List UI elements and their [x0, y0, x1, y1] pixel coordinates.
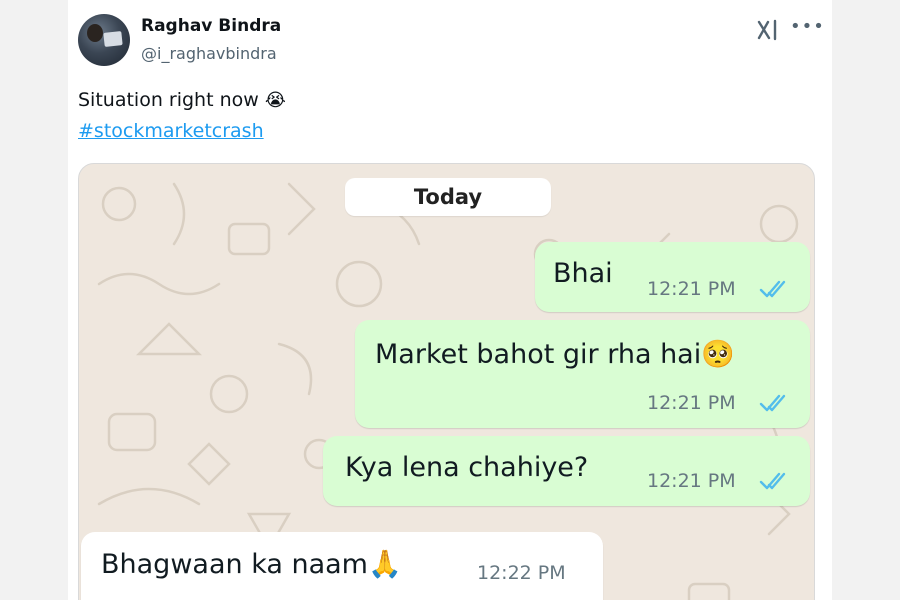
message-text-content: Market bahot gir rha hai — [375, 339, 702, 370]
pleading-face-emoji: 🥺 — [701, 339, 735, 370]
date-chip: Today — [345, 178, 551, 216]
tweet-card: Raghav Bindra @i_raghavbindra ••• Situat… — [68, 0, 832, 600]
page-margin-right — [832, 0, 900, 600]
message-time: 12:21 PM — [647, 470, 736, 492]
message-text: Bhai — [553, 258, 613, 289]
tweet-text: Situation right now 😭 — [78, 89, 286, 111]
folded-hands-emoji: 🙏 — [367, 549, 402, 580]
message-time: 12:22 PM — [477, 562, 566, 584]
double-check-icon — [759, 280, 786, 298]
double-check-icon — [759, 472, 786, 490]
grok-icon[interactable] — [756, 18, 780, 42]
message-text: Bhagwaan ka naam🙏 — [101, 548, 402, 580]
avatar-person — [87, 24, 103, 42]
message-bubble-incoming[interactable]: Bhagwaan ka naam🙏 12:22 PM — [81, 532, 603, 600]
message-bubble-outgoing[interactable]: Kya lena chahiye? 12:21 PM — [323, 436, 810, 506]
tweet-text-content: Situation right now — [78, 89, 259, 111]
message-bubble-outgoing[interactable]: Bhai 12:21 PM — [535, 242, 810, 312]
chat-screenshot: Today Bhai 12:21 PM Market bahot gir rha… — [78, 163, 815, 600]
author-name[interactable]: Raghav Bindra — [141, 16, 281, 36]
crying-face-emoji: 😭 — [264, 90, 286, 111]
message-time: 12:21 PM — [647, 278, 736, 300]
message-time: 12:21 PM — [647, 392, 736, 414]
message-bubble-outgoing[interactable]: Market bahot gir rha hai🥺 12:21 PM — [355, 320, 810, 428]
hashtag-link[interactable]: #stockmarketcrash — [78, 120, 264, 142]
author-handle[interactable]: @i_raghavbindra — [141, 44, 277, 63]
message-text: Kya lena chahiye? — [345, 452, 589, 483]
message-text: Market bahot gir rha hai🥺 — [375, 338, 735, 370]
avatar-laptop — [103, 31, 123, 47]
message-text-content: Bhagwaan ka naam — [101, 549, 368, 580]
double-check-icon — [759, 394, 786, 412]
avatar[interactable] — [78, 14, 130, 66]
more-icon[interactable]: ••• — [790, 16, 825, 37]
page-margin-left — [0, 0, 68, 600]
